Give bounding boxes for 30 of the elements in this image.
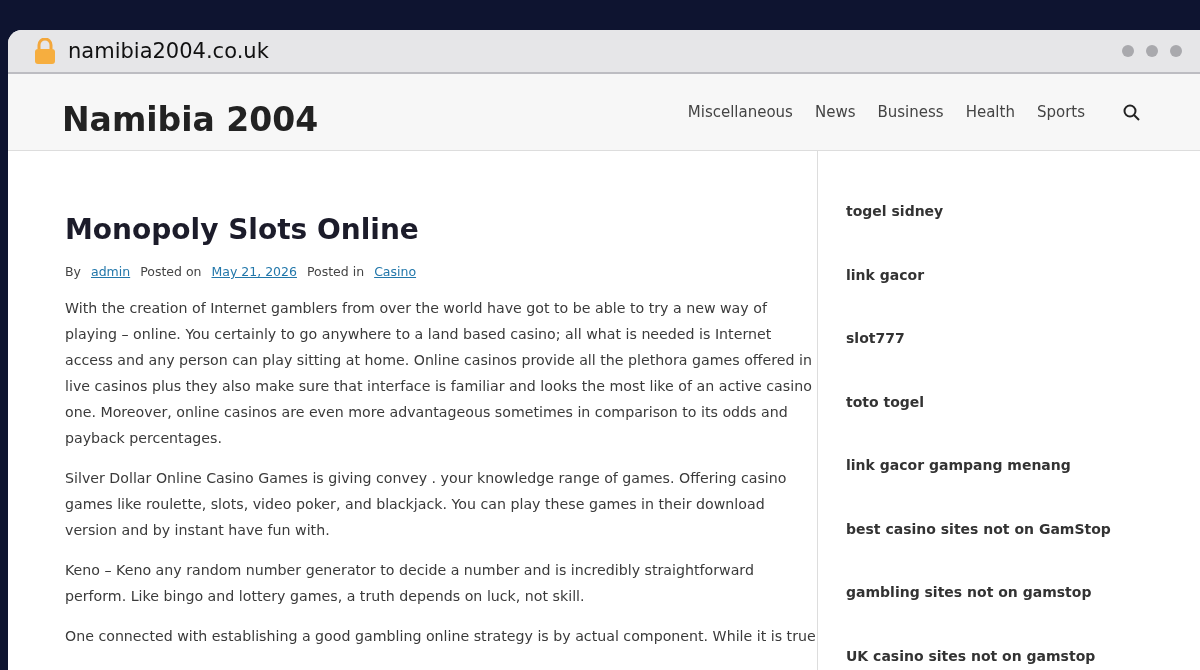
sidebar-link[interactable]: slot777: [846, 328, 1200, 392]
meta-link[interactable]: Casino: [374, 264, 417, 279]
sidebar-link[interactable]: best casino sites not on GamStop: [846, 518, 1200, 582]
nav-link[interactable]: Health: [965, 103, 1015, 121]
meta-label: Posted on: [140, 264, 202, 279]
sidebar-link[interactable]: toto togel: [846, 391, 1200, 455]
lock-icon: [34, 38, 56, 64]
sidebar-link[interactable]: link gacor: [846, 264, 1200, 328]
post-paragraph: With the creation of Internet gamblers from over the world have got to be able to try a new way of playing – online. You certainly to go anywhere to a land based casino; all what is needed is Internet access and any person can play sitting at home. Online casinos provide all the plethora games offered in live casinos plus they also make sure that interface is familiar and looks the most like of an active casino one. Moreover, online casinos are even more advantageous sometimes in comparison to its odds and payback percentages.: [65, 299, 814, 448]
meta-link[interactable]: May 21, 2026: [211, 264, 297, 279]
window-button[interactable]: [1146, 45, 1158, 57]
post-paragraph: Keno – Keno any random number generator to decide a number and is incredibly straightforward perform. Like bingo and lottery games, a truth depends on luck, not skill.: [65, 561, 755, 606]
sidebar-link[interactable]: gambling sites not on gamstop: [846, 582, 1200, 646]
post-paragraph: One connected with establishing a good gambling online strategy is by actual component. While it is true: [65, 627, 817, 646]
nav-link[interactable]: News: [814, 103, 856, 121]
post-title: Monopoly Slots Online: [65, 213, 420, 246]
sidebar-link[interactable]: link gacor gampang menang: [846, 455, 1200, 519]
sidebar-link[interactable]: UK casino sites not on gamstop: [846, 645, 1200, 670]
window-button[interactable]: [1122, 45, 1134, 57]
nav-link[interactable]: Business: [877, 103, 944, 121]
meta-link[interactable]: admin: [91, 264, 131, 279]
window-button[interactable]: [1170, 45, 1182, 57]
sidebar-link[interactable]: togel sidney: [846, 201, 1200, 265]
meta-label: By: [65, 264, 81, 279]
meta-label: Posted in: [306, 264, 365, 279]
post-paragraph: Silver Dollar Online Casino Games is giving convey . your knowledge range of games. Offering casino games like roulette, slots, video poker, and blackjack. You can play these games in their download version and by instant have fun with.: [65, 469, 788, 540]
nav-link[interactable]: Sports: [1036, 103, 1085, 121]
site-title[interactable]: Namibia 2004: [62, 99, 688, 139]
nav-link[interactable]: Miscellaneous: [687, 103, 793, 121]
search-icon[interactable]: [1123, 103, 1140, 121]
